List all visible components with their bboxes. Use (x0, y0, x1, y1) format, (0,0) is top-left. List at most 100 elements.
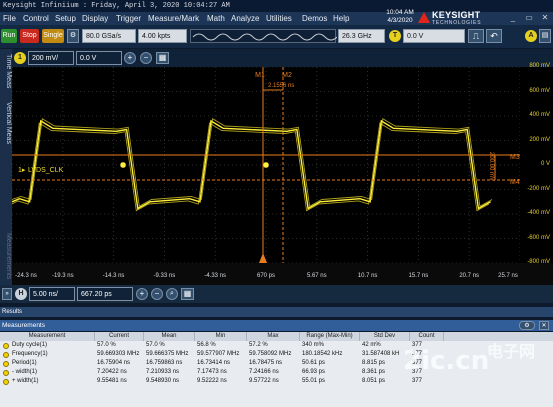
measurement-min: 56.8 % (197, 342, 216, 348)
tab-time-meas[interactable]: Time Meas (0, 51, 12, 91)
x-tick-label: -19.3 ns (51, 273, 74, 279)
x-tick-label: -24.3 ns (15, 273, 37, 279)
menu-math[interactable]: Math (207, 12, 225, 25)
collapse-icon[interactable]: » (2, 288, 12, 300)
measurement-color-icon (3, 343, 9, 349)
measurement-current: 16.75904 ns (97, 360, 131, 366)
acquisition-waveform-preview (190, 29, 338, 43)
measurement-mean: 57.0 % (146, 342, 165, 348)
measurement-color-icon (3, 379, 9, 385)
y-tick-label: 0 V (540, 161, 550, 167)
measurement-mean: 9.548930 ns (146, 378, 180, 384)
measurement-std-dev: 8.051 ps (362, 378, 386, 384)
menu-file[interactable]: File (3, 12, 16, 25)
trigger-level-field[interactable]: 0.0 V (403, 29, 465, 43)
close-icon[interactable]: ✕ (540, 13, 550, 23)
measurement-range: 55.01 ps (302, 378, 326, 384)
measurement-max: 7.24166 ns (249, 369, 279, 375)
restore-icon[interactable]: ▭ (524, 13, 534, 23)
channel-number-badge[interactable]: 1 (14, 52, 26, 64)
menu-measure-mark[interactable]: Measure/Mark (148, 12, 199, 25)
measurement-name: Frequency(1) (12, 351, 48, 357)
measurement-color-icon (3, 361, 9, 367)
measurement-point-icon (262, 161, 270, 169)
menu-help[interactable]: Help (333, 12, 349, 25)
single-button[interactable]: Single (42, 29, 64, 43)
measurement-range: 180.18542 kHz (302, 351, 343, 357)
measurement-current: 7.20422 ns (97, 369, 127, 375)
trigger-badge[interactable]: T (389, 30, 401, 42)
panel-toggle-icon[interactable]: ▤ (539, 29, 551, 43)
clock-time: 10:04 AM (386, 9, 414, 16)
measurement-settings-icon[interactable]: ⚙ (519, 321, 535, 330)
waveform-display[interactable]: M1 M2 2.1556 ns M3 M4 200.00 mV 1▸ LVDS_… (12, 67, 520, 263)
x-tick-label: -4.33 ns (204, 273, 227, 279)
measurement-current: 9.55481 ns (97, 378, 127, 384)
default-setup-icon[interactable]: ⚙ (67, 29, 79, 43)
measurement-min: 7.17473 ns (197, 369, 227, 375)
col-max: Max (247, 332, 300, 341)
horizontal-settings-icon[interactable]: ▦ (181, 288, 194, 300)
measurement-current: 59.669303 MHz (97, 351, 140, 357)
stop-button[interactable]: Stop (20, 29, 39, 43)
x-tick-label: 15.7 ns (408, 273, 429, 279)
menu-setup[interactable]: Setup (55, 12, 76, 25)
x-tick-label: -14.3 ns (102, 273, 125, 279)
sample-rate-field[interactable]: 80.0 GSa/s (82, 29, 136, 43)
run-button[interactable]: Run (1, 29, 17, 43)
minimize-icon[interactable]: _ (508, 13, 518, 23)
measurement-name: Period(1) (12, 360, 37, 366)
measurement-name: - width(1) (12, 369, 38, 375)
panel-close-icon[interactable]: ✕ (539, 321, 549, 330)
watermark-cn: 电子网 (487, 342, 535, 361)
channel-subtract-icon[interactable]: − (140, 52, 152, 64)
waveform-trace (12, 122, 490, 212)
y-tick-label: -400 mV (527, 210, 550, 216)
zoom-in-icon[interactable]: + (136, 288, 148, 300)
trigger-falling-edge-icon[interactable]: ↶ (486, 29, 502, 43)
menu-demos[interactable]: Demos (302, 12, 327, 25)
y-tick-label: -600 mV (527, 234, 550, 241)
auto-badge[interactable]: A (525, 30, 537, 42)
y-tick-label: -200 mV (527, 185, 550, 192)
menu-utilities[interactable]: Utilities (266, 12, 292, 25)
measurement-std-dev: 42 m% (362, 342, 381, 348)
timebase-scale-field[interactable]: 5.00 ns/ (29, 287, 75, 301)
menu-control[interactable]: Control (23, 12, 49, 25)
zoom-magnifier-icon[interactable]: ⌕ (166, 288, 178, 300)
tab-vertical-meas[interactable]: Vertical Meas (0, 95, 12, 151)
channel-add-icon[interactable]: + (124, 52, 136, 64)
marker-delta-x: 2.1556 ns (268, 83, 294, 89)
channel-ground-marker: 1▸ (18, 167, 26, 174)
channel-scale-field[interactable]: 200 mV/ (28, 51, 74, 65)
channel-offset-field[interactable]: 0.0 V (76, 51, 122, 65)
menu-display[interactable]: Display (82, 12, 108, 25)
menu-analyze[interactable]: Analyze (231, 12, 259, 25)
horizontal-position-field[interactable]: 667.20 ps (77, 287, 133, 301)
time-axis: -24.3 ns -19.3 ns -14.3 ns -9.33 ns -4.33 ns… (12, 263, 553, 285)
measurement-max: 59.758092 MHz (249, 351, 292, 357)
measurement-max: 57.2 % (249, 342, 268, 348)
memory-depth-field[interactable]: 4.00 kpts (138, 29, 187, 43)
channel-bar: 1 200 mV/ 0.0 V + − ▦ (12, 49, 553, 67)
measurement-mean: 59.666375 MHz (146, 351, 189, 357)
side-tabs: Time Meas Vertical Meas Measurements (0, 49, 12, 285)
watermark-graphic: 2ic.cn 电子网 (403, 342, 535, 376)
watermark-text: 2ic.cn (403, 346, 489, 376)
tab-measurements[interactable]: Measurements (0, 229, 12, 283)
measurement-min: 16.73414 ns (197, 360, 231, 366)
measurement-std-dev: 8.361 ps (362, 369, 386, 375)
measurement-mean: 7.210933 ns (146, 369, 180, 375)
col-min: Min (195, 332, 247, 341)
bandwidth-field[interactable]: 26.3 GHz (338, 29, 385, 43)
channel-settings-icon[interactable]: ▦ (156, 52, 169, 64)
zoom-out-icon[interactable]: − (151, 288, 163, 300)
horizontal-badge[interactable]: H (15, 288, 27, 300)
measurement-range: 66.93 ps (302, 369, 326, 375)
measurement-min: 59.577907 MHz (197, 351, 240, 357)
marker-m2-label: M2 (282, 72, 292, 79)
trigger-rising-edge-icon[interactable]: ⎍ (468, 29, 484, 43)
waveform-svg: M1 M2 2.1556 ns M3 M4 200.00 mV 1▸ LVDS_… (12, 67, 520, 263)
voltage-axis: 800 mV 600 mV 400 mV 200 mV 0 V -200 mV -400 m… (520, 63, 553, 265)
menu-trigger[interactable]: Trigger (116, 12, 141, 25)
